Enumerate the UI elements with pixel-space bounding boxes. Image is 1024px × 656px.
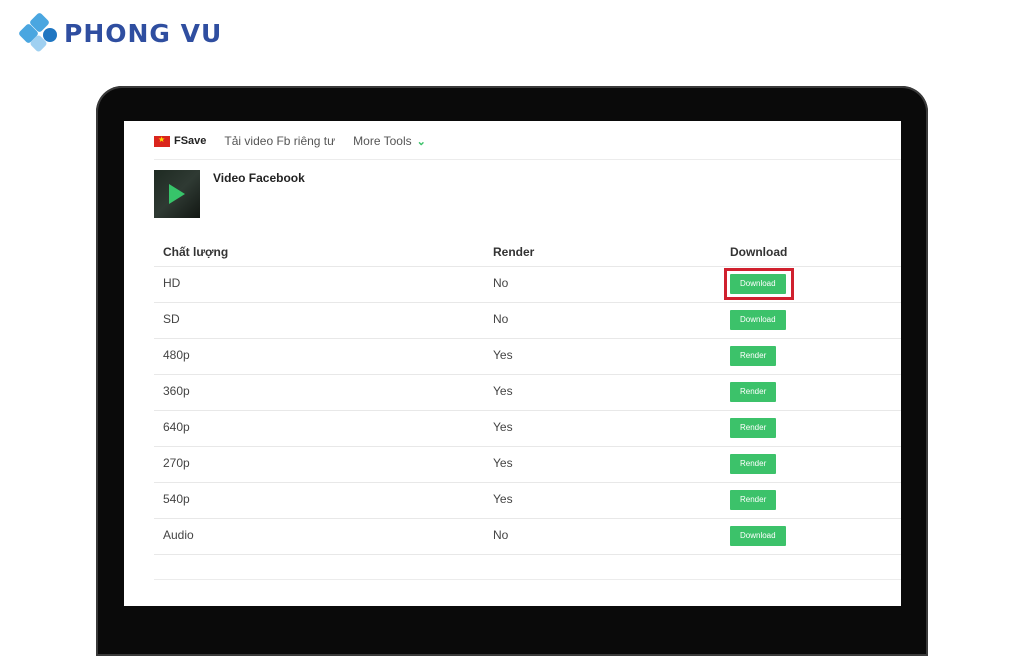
quality-cell: 480p bbox=[163, 348, 190, 362]
site-brand-link[interactable]: FSave bbox=[174, 135, 206, 147]
bottom-divider bbox=[154, 579, 901, 580]
quality-cell: 540p bbox=[163, 492, 190, 506]
table-row: 270p Yes Render bbox=[154, 447, 901, 483]
chevron-down-icon: ⌄ bbox=[416, 135, 426, 148]
nav-divider bbox=[154, 159, 901, 160]
render-button[interactable]: Render bbox=[730, 382, 777, 402]
quality-cell: 270p bbox=[163, 456, 190, 470]
quality-table: Chất lượng Render Download HD No Download S… bbox=[154, 238, 901, 555]
quality-cell: 640p bbox=[163, 420, 190, 434]
table-row: 360p Yes Render bbox=[154, 375, 901, 411]
more-tools-menu[interactable]: More Tools ⌄ bbox=[353, 134, 426, 148]
table-row: HD No Download bbox=[154, 267, 901, 303]
download-button[interactable]: Download bbox=[730, 274, 786, 294]
logo-mark-icon bbox=[17, 11, 58, 53]
table-row: 480p Yes Render bbox=[154, 339, 901, 375]
render-cell: Yes bbox=[493, 348, 513, 362]
table-row: SD No Download bbox=[154, 303, 901, 339]
render-button[interactable]: Render bbox=[730, 346, 777, 366]
header-download: Download bbox=[730, 245, 788, 259]
table-row: 540p Yes Render bbox=[154, 483, 901, 519]
render-cell: Yes bbox=[493, 492, 513, 506]
top-nav: FSave Tải video Fb riêng tư More Tools ⌄ bbox=[154, 133, 426, 149]
download-button[interactable]: Download bbox=[730, 526, 786, 546]
table-row: 640p Yes Render bbox=[154, 411, 901, 447]
render-cell: No bbox=[493, 528, 509, 542]
render-cell: No bbox=[493, 312, 509, 326]
table-header: Chất lượng Render Download bbox=[154, 238, 901, 267]
render-button[interactable]: Render bbox=[730, 418, 777, 438]
quality-cell: Audio bbox=[163, 528, 194, 542]
nav-link-private-video[interactable]: Tải video Fb riêng tư bbox=[224, 134, 335, 148]
video-title: Video Facebook bbox=[213, 171, 305, 185]
table-row: Audio No Download bbox=[154, 519, 901, 555]
quality-cell: HD bbox=[163, 276, 181, 290]
render-button[interactable]: Render bbox=[730, 454, 777, 474]
render-cell: Yes bbox=[493, 420, 513, 434]
laptop-screen: FSave Tải video Fb riêng tư More Tools ⌄… bbox=[124, 121, 901, 606]
render-button[interactable]: Render bbox=[730, 490, 777, 510]
header-render: Render bbox=[493, 245, 535, 259]
phong-vu-logo: PHONG VU bbox=[17, 11, 223, 53]
quality-cell: SD bbox=[163, 312, 180, 326]
vietnam-flag-icon bbox=[154, 135, 170, 147]
video-thumbnail bbox=[154, 170, 200, 218]
quality-cell: 360p bbox=[163, 384, 190, 398]
render-cell: No bbox=[493, 276, 509, 290]
header-quality: Chất lượng bbox=[163, 245, 229, 259]
render-cell: Yes bbox=[493, 384, 513, 398]
render-cell: Yes bbox=[493, 456, 513, 470]
logo-text: PHONG VU bbox=[64, 18, 223, 48]
more-tools-label: More Tools bbox=[353, 134, 412, 148]
play-icon bbox=[169, 184, 185, 204]
download-button[interactable]: Download bbox=[730, 310, 786, 330]
